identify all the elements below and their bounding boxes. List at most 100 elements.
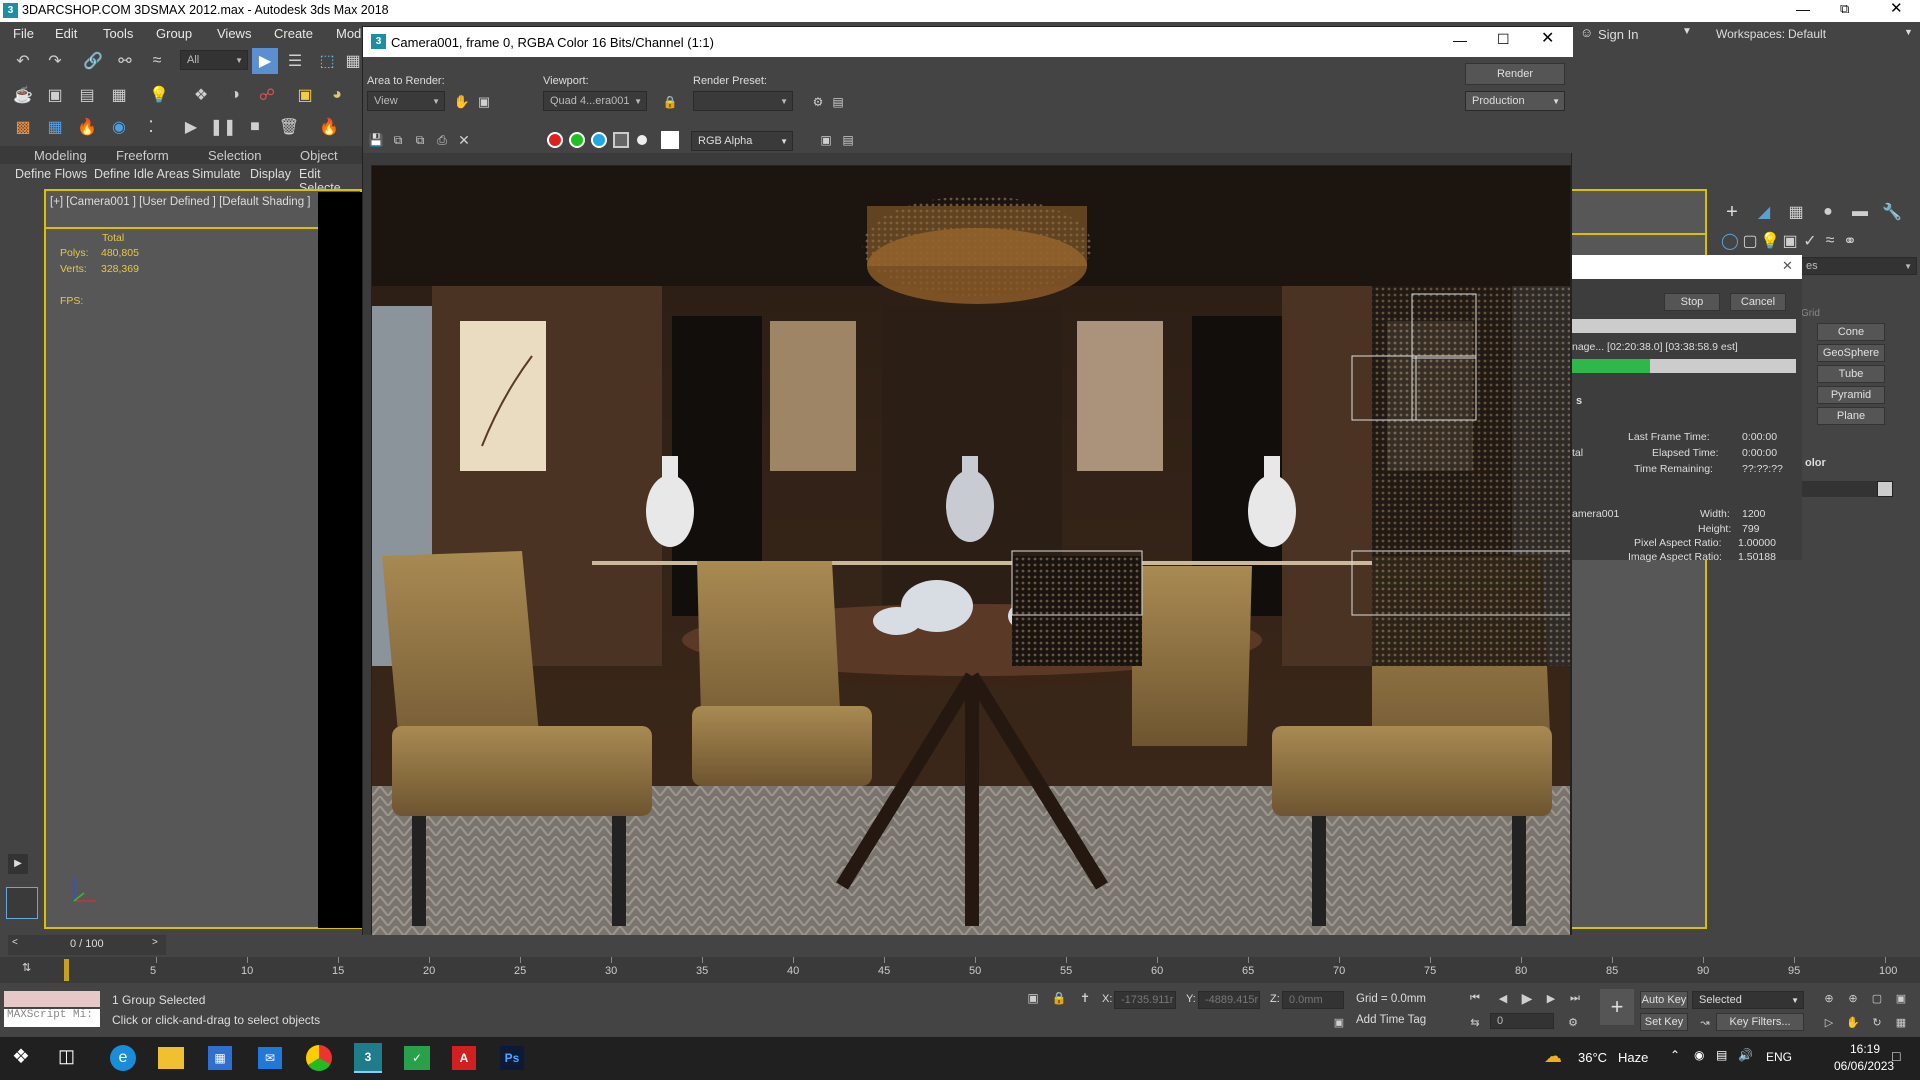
weather-temp[interactable]: 36°C [1578, 1050, 1607, 1065]
selection-lock-icon[interactable]: 🔒 [1046, 985, 1072, 1011]
windows-start-icon[interactable]: ❖ [12, 1047, 30, 1067]
green-app-icon[interactable]: ✓ [404, 1046, 430, 1070]
time-slider[interactable]: < 0 / 100 > [8, 935, 166, 955]
file-explorer-icon[interactable] [158, 1047, 184, 1069]
auto-region-icon[interactable]: ▣ [471, 89, 497, 115]
render-setup-icon[interactable]: ▣ [42, 82, 68, 108]
chrome-icon[interactable] [306, 1045, 332, 1071]
clock-time[interactable]: 16:19 [1850, 1042, 1880, 1056]
maxscript-listener[interactable]: MAXScript Mi: [4, 1009, 100, 1027]
language-indicator[interactable]: ENG [1766, 1050, 1792, 1064]
play-icon[interactable]: ▶ [178, 114, 204, 140]
align-icon[interactable]: ◑ [222, 82, 248, 108]
tube-button[interactable]: Tube [1817, 365, 1885, 383]
sign-in-link[interactable]: Sign In [1598, 27, 1638, 42]
slate-icon[interactable]: ◕ [324, 82, 350, 108]
goto-start-icon[interactable]: ⏮ [1462, 985, 1488, 1011]
play-animation-icon[interactable]: ▶ [1514, 985, 1540, 1011]
autocad-icon[interactable]: A [452, 1046, 476, 1070]
viewport-label[interactable]: [+] [Camera001 ] [User Defined ] [Defaul… [50, 196, 311, 208]
viewport-dropdown[interactable]: Quad 4...era001 ▼ [543, 91, 647, 111]
green-channel-icon[interactable] [569, 132, 585, 148]
menu-group[interactable]: Group [156, 26, 192, 41]
volume-icon[interactable]: 🔊 [1738, 1049, 1753, 1061]
particles-icon[interactable]: ⁚ [138, 114, 164, 140]
blue-channel-icon[interactable] [591, 132, 607, 148]
environment-icon[interactable]: ▤ [825, 89, 851, 115]
tray-app-icon[interactable]: ◉ [1694, 1049, 1704, 1061]
grid-icon[interactable]: ▦ [42, 114, 68, 140]
subtab-define-flows[interactable]: Define Flows [15, 167, 87, 181]
zoom-all-icon[interactable]: ⊕ [1840, 985, 1866, 1011]
prev-frame-icon[interactable]: ◀ [1490, 985, 1516, 1011]
menu-create[interactable]: Create [274, 26, 313, 41]
rectangular-selection-icon[interactable]: ⬚ [314, 48, 340, 74]
selection-filter-dropdown[interactable]: All ▼ [180, 50, 248, 70]
track-key-icon[interactable]: ⇅ [22, 963, 31, 974]
menu-modifiers[interactable]: Mod [336, 26, 361, 41]
link-icon[interactable]: 🔗 [80, 48, 106, 74]
zoom-icon[interactable]: ⊕ [1816, 985, 1842, 1011]
expand-arrow-icon[interactable]: ▶ [8, 854, 28, 874]
particle-flow-icon[interactable]: ▩ [10, 114, 36, 140]
pyramid-button[interactable]: Pyramid [1817, 386, 1885, 404]
ribbon-tab-selection[interactable]: Selection [208, 148, 261, 163]
workspaces-chevron-icon[interactable]: ▼ [1904, 28, 1913, 37]
selected-dropdown[interactable]: Selected ▼ [1692, 991, 1804, 1009]
key-mode-icon[interactable]: ⇆ [1462, 1009, 1488, 1035]
maximize-viewport-icon[interactable]: ▦ [1888, 1009, 1914, 1035]
mail-icon[interactable]: ✉ [258, 1047, 282, 1069]
hierarchy-tab-icon[interactable]: ▦ [1783, 199, 1809, 225]
lock-icon[interactable]: 🔒 [657, 89, 683, 115]
key-filters-button[interactable]: Key Filters... [1716, 1013, 1804, 1031]
curve-editor-icon[interactable]: ☍ [254, 82, 280, 108]
y-coordinate-field[interactable]: -4889.415r [1198, 991, 1260, 1009]
fire-icon[interactable]: 🔥 [74, 114, 100, 140]
set-key-button[interactable]: Set Key [1640, 1013, 1688, 1031]
set-key-big-icon[interactable]: + [1600, 989, 1634, 1025]
production-dropdown[interactable]: Production ▼ [1465, 91, 1565, 111]
toggle-overlays-icon[interactable]: ▤ [835, 127, 861, 153]
notification-icon[interactable]: □ [1892, 1049, 1900, 1063]
zoom-extents-all-icon[interactable]: ▣ [1888, 985, 1914, 1011]
absolute-mode-icon[interactable]: ✝ [1072, 985, 1098, 1011]
zoom-extents-icon[interactable]: ▢ [1864, 985, 1890, 1011]
isolate-icon[interactable]: ▣ [1020, 985, 1046, 1011]
weather-condition[interactable]: Haze [1618, 1050, 1648, 1065]
display-tab-icon[interactable]: ▬ [1847, 199, 1873, 225]
rendered-frame-icon[interactable]: ▤ [74, 82, 100, 108]
network-icon[interactable]: ▤ [1716, 1049, 1727, 1061]
geosphere-button[interactable]: GeoSphere [1817, 344, 1885, 362]
display-channel-dropdown[interactable]: RGB Alpha ▼ [691, 131, 793, 151]
stop-render-button[interactable]: Stop [1664, 293, 1720, 311]
bind-space-warp-icon[interactable]: ≈ [144, 48, 170, 74]
x-coordinate-field[interactable]: -1735.911r [1114, 991, 1176, 1009]
clear-icon[interactable]: ✕ [451, 127, 477, 153]
swatch-icon[interactable] [661, 131, 679, 149]
z-coordinate-field[interactable]: 0.0mm [1282, 991, 1344, 1009]
pan-icon[interactable]: ✋ [1840, 1009, 1866, 1035]
clock-date[interactable]: 06/06/2023 [1834, 1059, 1894, 1073]
next-frame-icon[interactable]: ▶ [1538, 985, 1564, 1011]
time-config-icon[interactable]: ⚙ [1560, 1009, 1586, 1035]
color-swatch[interactable] [1877, 481, 1893, 497]
maxscript-listener-top[interactable] [4, 991, 100, 1007]
slider-prev-icon[interactable]: < [12, 938, 18, 948]
render-production-icon[interactable]: ▦ [106, 82, 132, 108]
fire-effect-icon[interactable]: 🔥 [316, 114, 342, 140]
select-object-icon[interactable]: ▶ [252, 48, 278, 74]
alpha-channel-icon[interactable] [613, 132, 629, 148]
stop-icon[interactable]: ■ [242, 114, 268, 140]
pause-icon[interactable]: ❚❚ [210, 114, 237, 140]
time-tag-icon[interactable]: ▣ [1326, 1009, 1352, 1035]
current-frame-field[interactable]: 0 [1490, 1013, 1554, 1029]
frame-maximize-icon[interactable]: ☐ [1497, 32, 1510, 46]
goto-end-icon[interactable]: ⏭ [1562, 985, 1588, 1011]
undo-icon[interactable]: ↶ [10, 48, 36, 74]
restore-icon[interactable]: ⧉ [1840, 2, 1849, 15]
red-channel-icon[interactable] [547, 132, 563, 148]
area-to-render-dropdown[interactable]: View ▼ [367, 91, 445, 111]
edge-icon[interactable]: e [110, 1045, 136, 1071]
systems-icon[interactable]: ⚭ [1837, 228, 1863, 254]
subtab-display[interactable]: Display [250, 167, 291, 181]
